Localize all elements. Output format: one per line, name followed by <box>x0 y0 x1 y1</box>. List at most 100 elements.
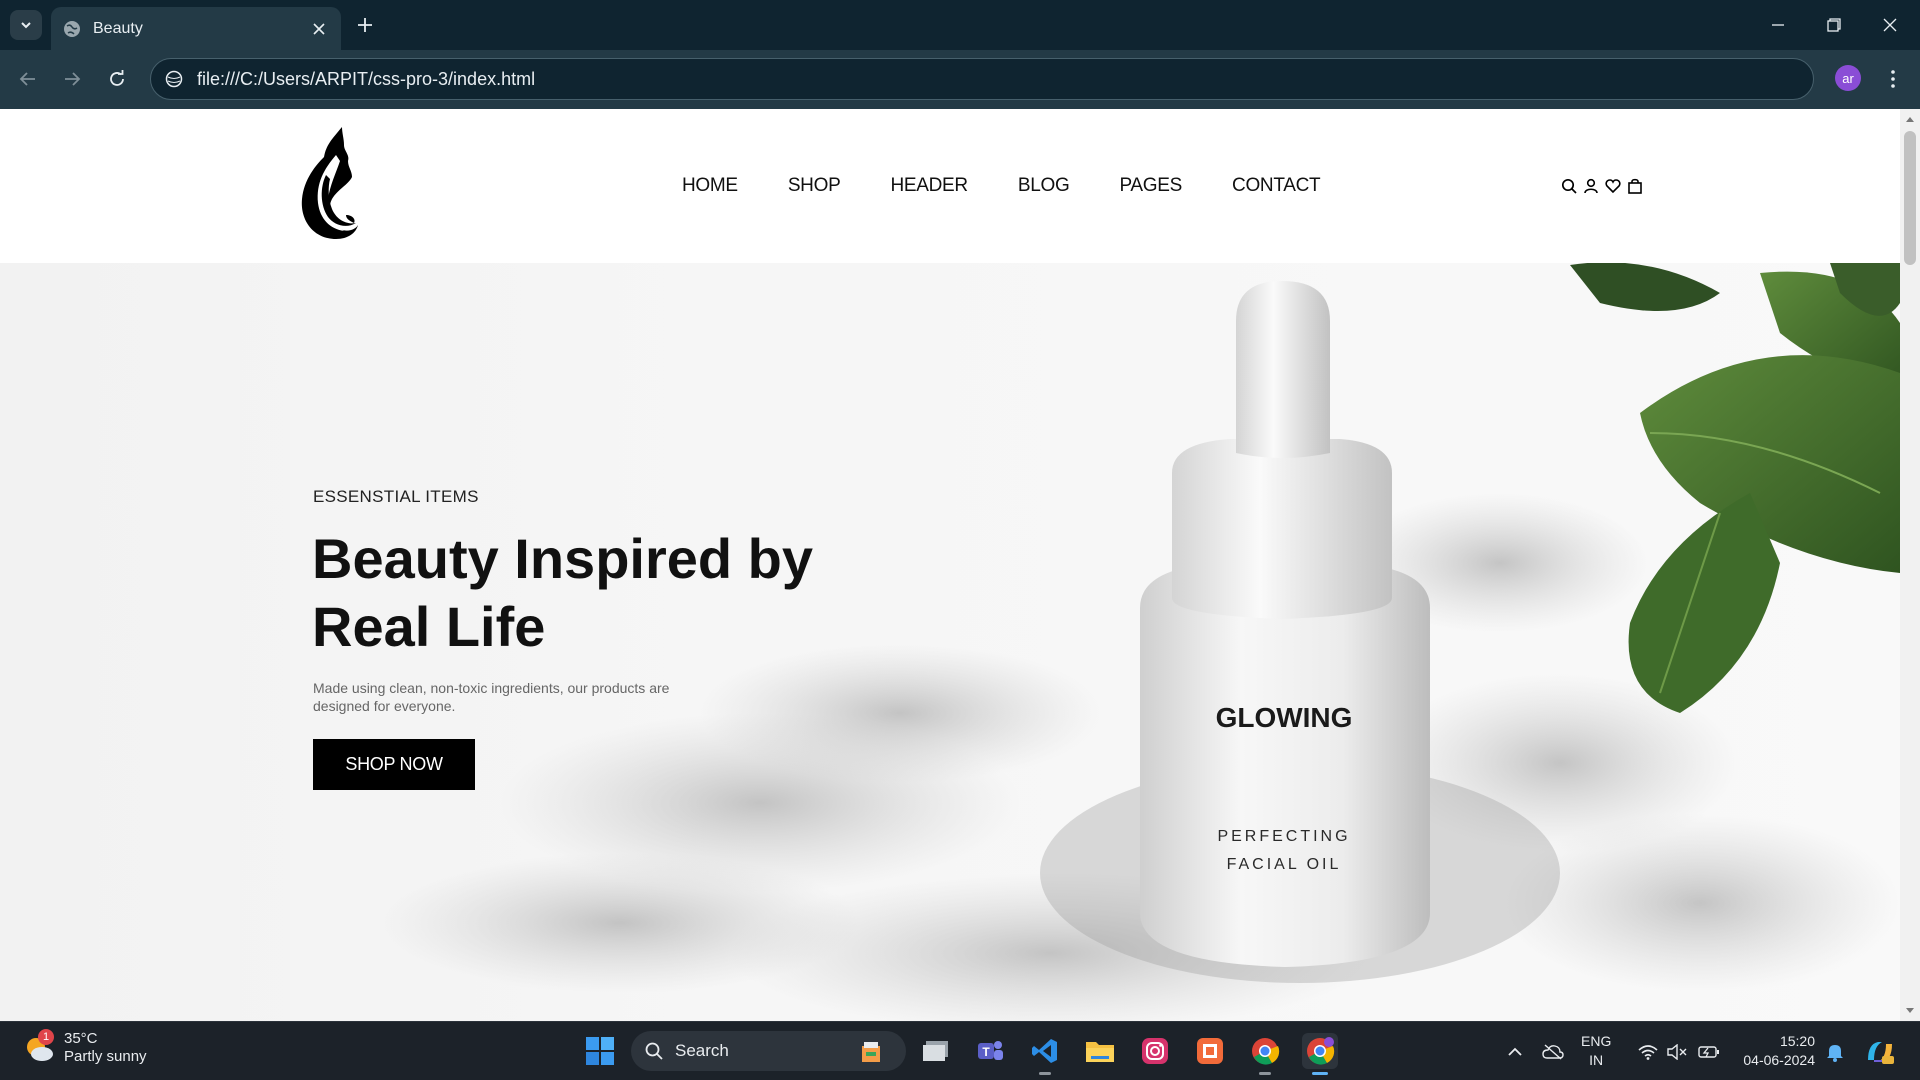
running-indicator <box>1259 1072 1271 1075</box>
cart-button[interactable] <box>1626 177 1644 195</box>
instagram-icon <box>1142 1038 1168 1064</box>
start-button[interactable] <box>585 1036 615 1066</box>
restore-button[interactable] <box>1806 0 1862 50</box>
search-highlight-icon <box>862 1042 880 1062</box>
hero-banner: GLOWING PERFECTING FACIAL OIL ESSENSTIAL… <box>0 263 1900 1021</box>
tray-onedrive-button[interactable] <box>1538 1022 1568 1080</box>
plus-icon <box>358 18 372 32</box>
browser-menu-button[interactable] <box>1883 64 1903 94</box>
running-indicator <box>1039 1072 1051 1075</box>
minimize-button[interactable] <box>1750 0 1806 50</box>
browser-tab-bar: Beauty <box>0 0 1920 50</box>
hero-heading-line2: Real Life <box>312 595 546 658</box>
reload-icon <box>110 70 124 86</box>
svg-text:T: T <box>982 1045 990 1059</box>
search-button[interactable] <box>1560 177 1578 195</box>
taskbar-search[interactable]: Search <box>631 1031 906 1071</box>
taskbar-file-explorer[interactable] <box>1082 1033 1118 1069</box>
account-button[interactable] <box>1582 177 1600 195</box>
taskbar-vscode[interactable] <box>1027 1033 1063 1075</box>
system-clock[interactable]: 15:20 04-06-2024 <box>1730 1032 1815 1070</box>
tray-overflow-button[interactable] <box>1502 1022 1528 1080</box>
taskbar-teams[interactable]: T <box>972 1033 1008 1069</box>
language-code: ENG <box>1581 1033 1612 1049</box>
task-view-icon <box>923 1041 948 1061</box>
vscode-icon <box>1032 1039 1057 1063</box>
close-icon <box>313 22 325 35</box>
site-header: HOME SHOP HEADER BLOG PAGES CONTACT <box>0 109 1900 263</box>
scroll-up-icon[interactable] <box>1905 115 1915 123</box>
cloud-off-icon <box>1542 1043 1564 1060</box>
region-code: IN <box>1589 1052 1604 1068</box>
scroll-down-icon[interactable] <box>1905 1007 1915 1015</box>
teams-icon: T <box>978 1041 1003 1060</box>
language-indicator[interactable]: ENG IN <box>1581 1032 1611 1070</box>
weather-text: 35°C Partly sunny <box>64 1030 147 1066</box>
bottle-brand-text: GLOWING <box>1216 702 1353 733</box>
copilot-button[interactable] <box>1862 1022 1898 1080</box>
search-icon <box>1561 178 1577 194</box>
tray-wifi-button[interactable] <box>1634 1022 1662 1080</box>
wishlist-button[interactable] <box>1604 177 1622 195</box>
reload-button[interactable] <box>102 64 132 94</box>
profile-avatar[interactable]: ar <box>1835 65 1861 91</box>
windows-icon <box>586 1037 614 1065</box>
main-navigation: HOME SHOP HEADER BLOG PAGES CONTACT <box>682 175 1370 197</box>
nav-contact[interactable]: CONTACT <box>1232 175 1321 197</box>
tab-search-button[interactable] <box>10 10 42 40</box>
tab-close-button[interactable] <box>309 19 329 39</box>
site-info-icon[interactable] <box>165 70 183 88</box>
browser-tab-active[interactable]: Beauty <box>51 7 341 50</box>
windows-taskbar: 1 35°C Partly sunny Search T ENG IN 15:2… <box>0 1021 1920 1080</box>
folder-icon <box>1086 1042 1114 1062</box>
url-text[interactable]: file:///C:/Users/ARPIT/css-pro-3/index.h… <box>197 69 535 90</box>
heart-icon <box>1605 179 1621 194</box>
nav-blog[interactable]: BLOG <box>1018 175 1070 197</box>
notifications-button[interactable] <box>1822 1022 1848 1080</box>
hero-heading-line1: Beauty Inspired by <box>312 527 814 590</box>
forward-button[interactable] <box>57 64 87 94</box>
back-button[interactable] <box>13 64 43 94</box>
brand-logo[interactable] <box>290 125 370 243</box>
search-icon <box>645 1042 663 1060</box>
partly-sunny-icon: 1 <box>22 1029 56 1065</box>
tray-battery-button[interactable] <box>1694 1022 1724 1080</box>
address-bar[interactable]: file:///C:/Users/ARPIT/css-pro-3/index.h… <box>150 58 1814 100</box>
copilot-icon <box>1868 1041 1894 1064</box>
browser-toolbar: file:///C:/Users/ARPIT/css-pro-3/index.h… <box>0 50 1920 109</box>
chrome-icon <box>1252 1038 1280 1065</box>
bottle-line1-text: PERFECTING <box>1217 828 1350 845</box>
bottle-line2-text: FACIAL OIL <box>1227 856 1342 873</box>
taskbar-chrome[interactable] <box>1247 1033 1283 1075</box>
page-scrollbar[interactable] <box>1900 109 1920 1021</box>
close-window-button[interactable] <box>1862 0 1918 50</box>
scroll-thumb[interactable] <box>1904 131 1916 265</box>
taskbar-app-orange[interactable] <box>1192 1033 1228 1069</box>
weather-badge: 1 <box>38 1029 54 1045</box>
shop-now-button[interactable]: SHOP NOW <box>313 739 475 790</box>
tab-title: Beauty <box>93 19 143 37</box>
wifi-icon <box>1638 1044 1658 1060</box>
restore-icon <box>1827 18 1841 32</box>
chrome-profile-icon <box>1307 1037 1335 1065</box>
taskbar-chrome-profile-active[interactable] <box>1302 1033 1338 1075</box>
taskbar-task-view[interactable] <box>918 1033 954 1069</box>
taskbar-instagram[interactable] <box>1137 1033 1173 1069</box>
tray-volume-button[interactable] <box>1664 1022 1690 1080</box>
clock-time: 15:20 <box>1779 1033 1815 1049</box>
close-icon <box>1883 18 1897 32</box>
chevron-down-icon <box>21 22 31 29</box>
weather-widget[interactable]: 1 35°C Partly sunny <box>22 1029 147 1066</box>
shopping-bag-icon <box>1628 178 1642 194</box>
weather-temp: 35°C <box>64 1030 98 1047</box>
nav-pages[interactable]: PAGES <box>1119 175 1182 197</box>
battery-charging-icon <box>1698 1045 1719 1058</box>
new-tab-button[interactable] <box>353 13 377 37</box>
minimize-icon <box>1772 24 1784 26</box>
nav-shop[interactable]: SHOP <box>788 175 841 197</box>
header-actions <box>1560 177 1644 195</box>
app-orange-icon <box>1197 1038 1223 1064</box>
taskbar-search-label: Search <box>675 1041 729 1060</box>
nav-header[interactable]: HEADER <box>890 175 968 197</box>
nav-home[interactable]: HOME <box>682 175 738 197</box>
